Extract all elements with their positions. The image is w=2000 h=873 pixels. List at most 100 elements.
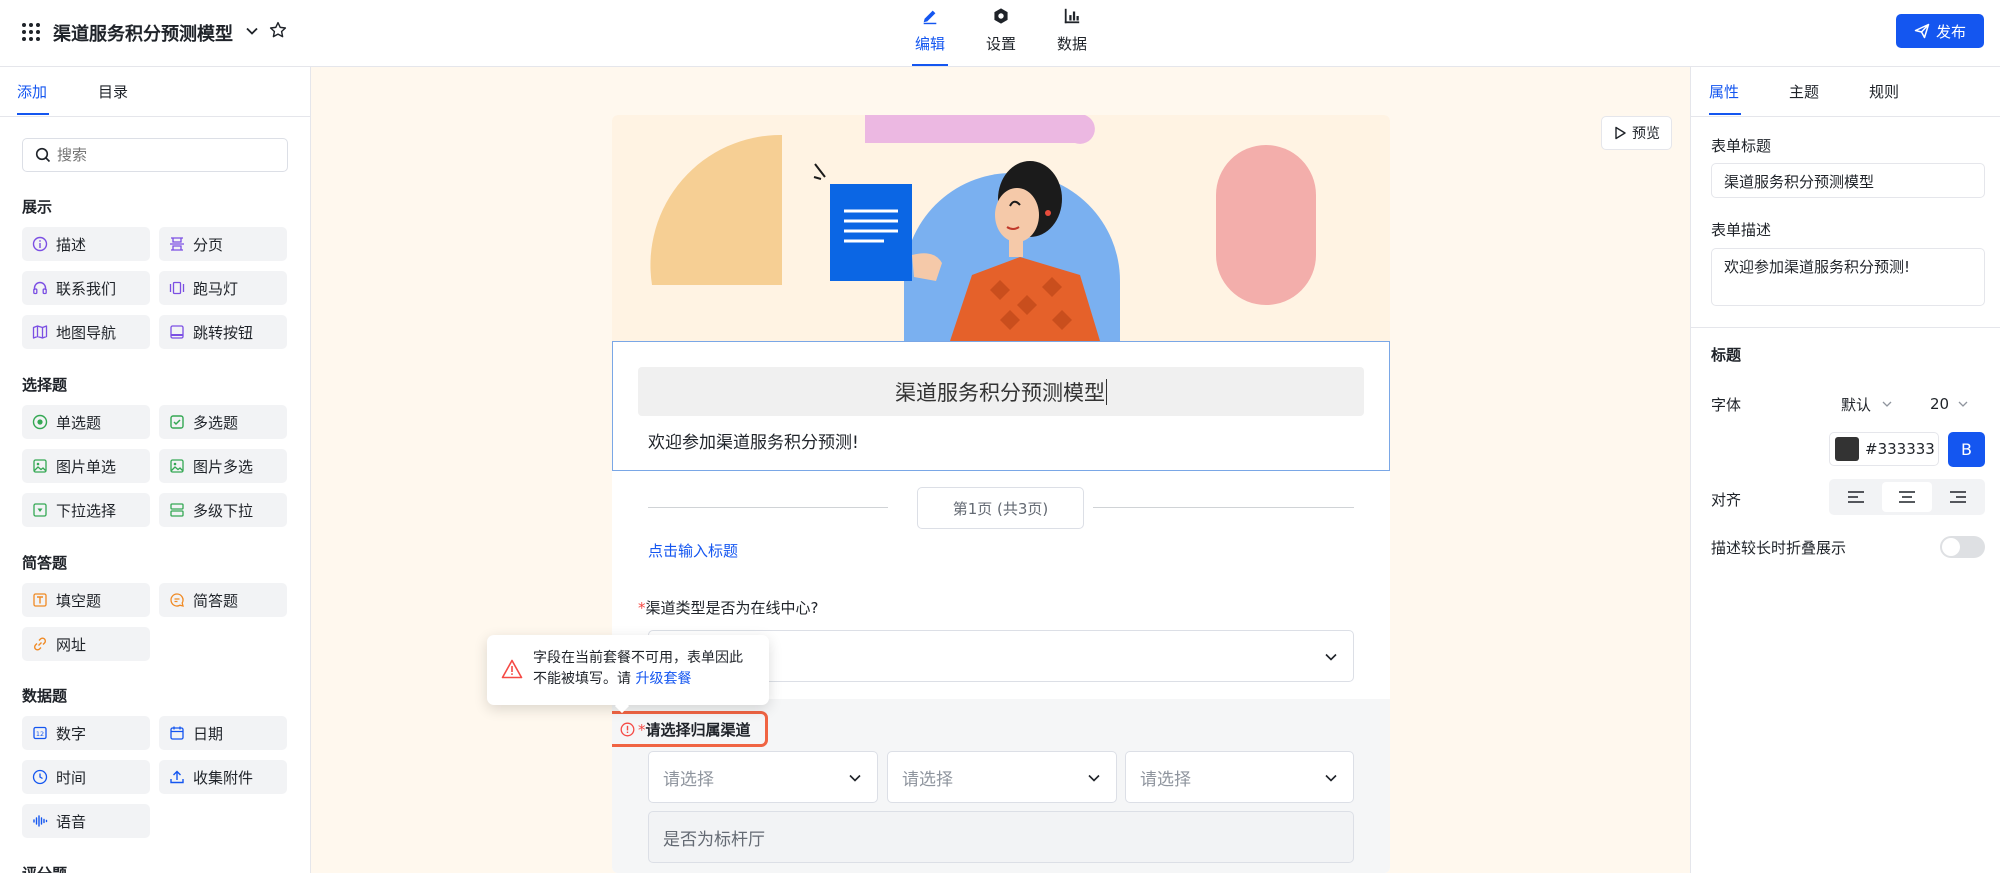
- collapse-desc-label: 描述较长时折叠展示: [1711, 539, 1847, 557]
- section-title-choice: 选择题: [22, 376, 68, 394]
- right-tab-rules[interactable]: 规则: [1869, 81, 1899, 102]
- widget-cascade-dropdown[interactable]: 多级下拉: [159, 493, 287, 527]
- right-tab-properties-label: 属性: [1709, 83, 1740, 101]
- right-panel: 属性 主题 规则 表单标题 渠道服务积分预测模型 表单描述 欢迎参加渠道服务积分…: [1690, 67, 2000, 873]
- cascade-icon: [170, 503, 184, 517]
- left-tab-add[interactable]: 添加: [17, 81, 51, 117]
- form-desc-field[interactable]: 欢迎参加渠道服务积分预测!: [1711, 248, 1985, 306]
- widget-attachment[interactable]: 收集附件: [159, 760, 287, 794]
- channel-select-2[interactable]: 请选择: [887, 751, 1117, 803]
- channel-select-3[interactable]: 请选择: [1125, 751, 1354, 803]
- widget-fill-blank[interactable]: 填空题: [22, 583, 150, 617]
- widget-short-answer[interactable]: 简答题: [159, 583, 287, 617]
- search-icon: [35, 147, 51, 163]
- tab-data-label: 数据: [1056, 35, 1087, 53]
- map-icon: [32, 325, 48, 339]
- widget-dropdown[interactable]: 下拉选择: [22, 493, 150, 527]
- font-color-picker[interactable]: #333333: [1829, 432, 1939, 466]
- widget-multi-choice[interactable]: 多选题: [159, 405, 287, 439]
- widget-page-break[interactable]: 分页: [159, 227, 287, 261]
- form-desc-value: 欢迎参加渠道服务积分预测!: [1724, 258, 1911, 276]
- right-tab-theme[interactable]: 主题: [1789, 81, 1819, 102]
- widget-label: 单选题: [56, 413, 102, 432]
- widget-marquee[interactable]: 跑马灯: [159, 271, 287, 305]
- preview-label: 预览: [1632, 126, 1660, 142]
- chevron-down-icon: [849, 774, 861, 782]
- widget-label: 简答题: [193, 591, 239, 610]
- widget-map-navigation[interactable]: 地图导航: [22, 315, 150, 349]
- form-description[interactable]: 欢迎参加渠道服务积分预测!: [648, 428, 859, 453]
- tab-settings-label: 设置: [985, 35, 1016, 53]
- collapse-desc-toggle[interactable]: [1940, 536, 1985, 558]
- required-mark: *: [638, 721, 646, 739]
- upload-icon: [170, 770, 184, 784]
- question-1-label: *渠道类型是否为在线中心?: [638, 597, 818, 618]
- chevron-down-icon[interactable]: [243, 22, 261, 40]
- left-tab-catalog-label: 目录: [98, 83, 129, 101]
- upgrade-plan-link[interactable]: 升级套餐: [635, 671, 691, 687]
- font-family-select[interactable]: 默认: [1829, 387, 1909, 421]
- widget-voice[interactable]: 语音: [22, 804, 150, 838]
- section-title-short-answer: 简答题: [22, 554, 68, 572]
- star-icon[interactable]: [268, 20, 288, 40]
- warning-circle-icon[interactable]: [620, 722, 635, 737]
- select-placeholder: 请选择: [663, 769, 714, 790]
- widget-label: 时间: [56, 768, 87, 787]
- form-banner-illustration: [612, 115, 1390, 341]
- preview-button[interactable]: 预览: [1601, 116, 1672, 150]
- tab-settings[interactable]: 设置: [981, 6, 1021, 66]
- widget-url[interactable]: 网址: [22, 627, 150, 661]
- align-label: 对齐: [1711, 491, 1742, 509]
- widget-image-multi[interactable]: 图片多选: [159, 449, 287, 483]
- font-label: 字体: [1711, 396, 1742, 414]
- page-divider-left: [648, 507, 888, 508]
- play-icon: [1615, 126, 1626, 140]
- search-input[interactable]: [57, 146, 267, 164]
- widget-label: 图片多选: [193, 457, 254, 476]
- page-divider-right: [1093, 507, 1354, 508]
- form-title-field[interactable]: 渠道服务积分预测模型: [1711, 163, 1985, 198]
- left-tabs-divider: [0, 116, 310, 117]
- widget-single-choice[interactable]: 单选题: [22, 405, 150, 439]
- align-center-button[interactable]: [1882, 482, 1932, 512]
- align-right-button[interactable]: [1934, 482, 1982, 512]
- widget-number[interactable]: 12 数字: [22, 716, 150, 750]
- toggle-knob: [1942, 538, 1960, 556]
- widget-label: 多选题: [193, 413, 239, 432]
- page-break-icon: [170, 237, 184, 251]
- benchmark-hall-field[interactable]: 是否为标杆厅: [648, 811, 1354, 863]
- question-1-text: 渠道类型是否为在线中心?: [645, 599, 819, 617]
- upgrade-tooltip: 字段在当前套餐不可用，表单因此不能被填写。请 升级套餐: [487, 635, 769, 714]
- form-name-title[interactable]: 渠道服务积分预测模型: [53, 20, 233, 46]
- tab-edit[interactable]: 编辑: [910, 6, 950, 66]
- widget-contact-us[interactable]: 联系我们: [22, 271, 150, 305]
- tab-data[interactable]: 数据: [1052, 6, 1092, 66]
- section-title-placeholder[interactable]: 点击输入标题: [648, 540, 738, 561]
- search-box[interactable]: [22, 138, 288, 172]
- right-tab-indicator: [1709, 113, 1741, 115]
- left-tab-catalog[interactable]: 目录: [98, 81, 128, 102]
- apps-grid-icon[interactable]: [20, 21, 42, 43]
- right-tab-theme-label: 主题: [1789, 83, 1820, 101]
- benchmark-hall-text: 是否为标杆厅: [663, 829, 765, 850]
- widget-time[interactable]: 时间: [22, 760, 150, 794]
- widget-date[interactable]: 日期: [159, 716, 287, 750]
- right-tab-properties[interactable]: 属性: [1709, 81, 1743, 117]
- right-tabs-divider: [1691, 116, 2000, 117]
- number-icon: 12: [33, 726, 47, 740]
- font-size-select[interactable]: 20: [1916, 387, 1985, 421]
- bar-chart-icon: [1062, 6, 1082, 26]
- image-icon: [33, 459, 47, 473]
- headset-icon: [33, 281, 47, 295]
- bold-toggle-button[interactable]: B: [1948, 432, 1985, 467]
- publish-button[interactable]: 发布: [1896, 14, 1984, 48]
- widget-description[interactable]: 描述: [22, 227, 150, 261]
- select-placeholder: 请选择: [1140, 769, 1191, 790]
- channel-select-1[interactable]: 请选择: [648, 751, 878, 803]
- tab-active-indicator: [912, 64, 948, 66]
- widget-image-single[interactable]: 图片单选: [22, 449, 150, 483]
- align-left-button[interactable]: [1832, 482, 1880, 512]
- widget-jump-button[interactable]: 跳转按钮: [159, 315, 287, 349]
- form-title-input[interactable]: 渠道服务积分预测模型: [638, 367, 1364, 416]
- required-mark: *: [638, 599, 646, 617]
